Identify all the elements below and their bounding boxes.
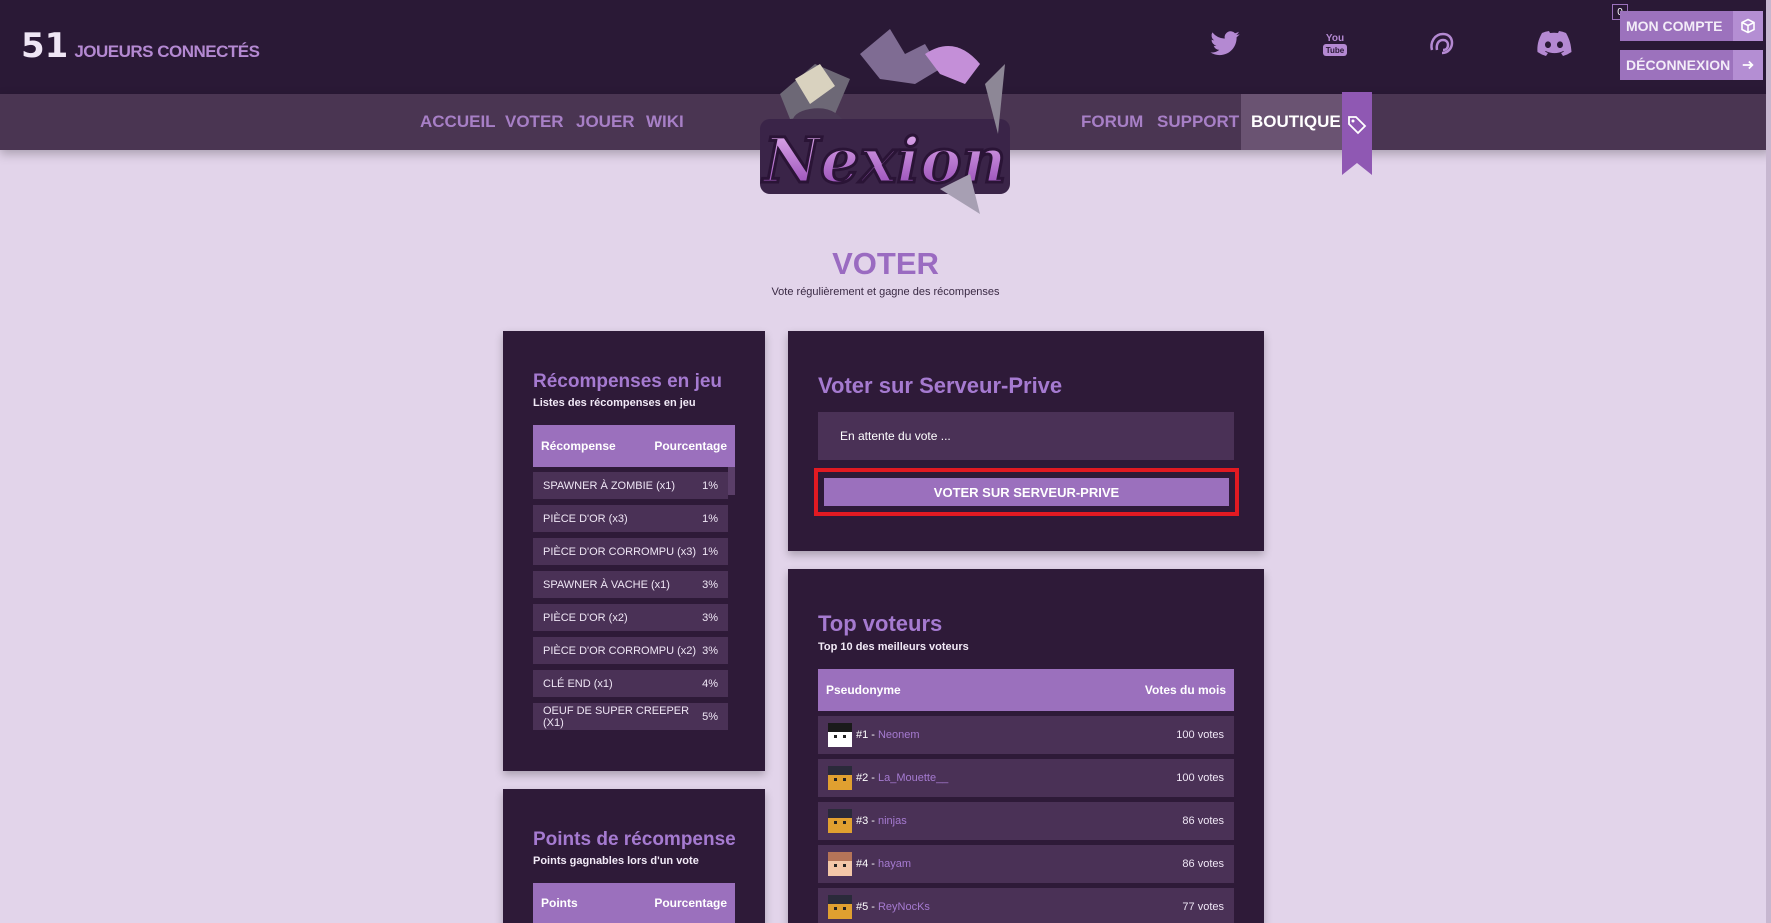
- rewards-title: Récompenses en jeu: [533, 371, 723, 392]
- logout-label: DÉCONNEXION: [1626, 57, 1731, 73]
- reward-row: CLÉ END (x1) 4%: [533, 670, 728, 697]
- reward-row: PIÈCE D'OR CORROMPU (x3) 1%: [533, 538, 728, 565]
- top-voters-subtitle: Top 10 des meilleurs voteurs: [818, 641, 969, 653]
- reward-name: PIÈCE D'OR CORROMPU (x2): [543, 644, 697, 657]
- rewards-table-header: Récompense Pourcentage: [533, 425, 735, 467]
- rewards-col-reward: Récompense: [541, 439, 616, 453]
- tag-icon: [1348, 116, 1367, 135]
- voter-name[interactable]: ninjas: [878, 815, 907, 827]
- points-table-header: Points Pourcentage: [533, 883, 735, 923]
- players-count: 51: [21, 26, 69, 66]
- avatar: [828, 723, 852, 747]
- nav-voter[interactable]: VOTER: [505, 94, 564, 150]
- vote-serveur-prive-button[interactable]: VOTER SUR SERVEUR-PRIVE: [824, 478, 1229, 506]
- reward-percent: 1%: [702, 479, 718, 492]
- reward-row: PIÈCE D'OR CORROMPU (x2) 3%: [533, 637, 728, 664]
- voter-name[interactable]: Neonem: [878, 729, 920, 741]
- players-label: JOUEURS CONNECTÉS: [74, 42, 260, 61]
- voter-votes: 86 votes: [1182, 815, 1224, 827]
- page-scrollbar[interactable]: [1766, 0, 1771, 923]
- rewards-scrollbar[interactable]: [728, 467, 735, 495]
- voter-row: #1 - Neonem 100 votes: [818, 716, 1234, 754]
- voter-votes: 77 votes: [1182, 901, 1224, 913]
- twitter-icon[interactable]: [1208, 28, 1242, 60]
- arrow-right-icon: [1733, 50, 1763, 80]
- reward-row: SPAWNER À VACHE (x1) 3%: [533, 571, 728, 598]
- my-account-label: MON COMPTE: [1626, 18, 1723, 34]
- players-online: 51 JOUEURS CONNECTÉS: [21, 26, 260, 66]
- youtube-icon[interactable]: You Tube: [1318, 28, 1352, 60]
- svg-text:Tube: Tube: [1326, 46, 1345, 55]
- logout-button[interactable]: DÉCONNEXION: [1620, 50, 1763, 80]
- reward-row: PIÈCE D'OR (x2) 3%: [533, 604, 728, 631]
- reward-name: CLÉ END (x1): [543, 677, 613, 690]
- voter-votes: 86 votes: [1182, 858, 1224, 870]
- voter-row: #4 - hayam 86 votes: [818, 845, 1234, 883]
- top-voters-col-votes: Votes du mois: [1144, 683, 1226, 697]
- points-col-percent: Pourcentage: [654, 896, 727, 910]
- reward-name: PIÈCE D'OR (x3): [543, 512, 628, 525]
- reward-name: SPAWNER À VACHE (x1): [543, 578, 670, 591]
- voter-rank: #1 -: [856, 729, 875, 741]
- voter-votes: 100 votes: [1176, 729, 1224, 741]
- reward-name: PIÈCE D'OR CORROMPU (x3): [543, 545, 697, 558]
- reward-percent: 4%: [702, 677, 718, 690]
- avatar: [828, 852, 852, 876]
- my-account-button[interactable]: MON COMPTE: [1620, 11, 1763, 41]
- nav-accueil[interactable]: ACCUEIL: [420, 94, 496, 150]
- reward-percent: 5%: [702, 710, 718, 723]
- reward-row: PIÈCE D'OR (x3) 1%: [533, 505, 728, 532]
- top-voters-col-name: Pseudonyme: [826, 683, 901, 697]
- voter-rank: #4 -: [856, 858, 875, 870]
- voter-row: #2 - La_Mouette__ 100 votes: [818, 759, 1234, 797]
- voter-votes: 100 votes: [1176, 772, 1224, 784]
- voter-name[interactable]: hayam: [878, 858, 911, 870]
- discord-icon[interactable]: [1535, 28, 1573, 60]
- teamspeak-icon[interactable]: [1424, 28, 1458, 60]
- voter-rank: #3 -: [856, 815, 875, 827]
- points-col-points: Points: [541, 896, 578, 910]
- voter-rank: #5 -: [856, 901, 875, 913]
- reward-percent: 1%: [702, 545, 718, 558]
- avatar: [828, 766, 852, 790]
- nav-support[interactable]: SUPPORT: [1157, 94, 1239, 150]
- rewards-subtitle: Listes des récompenses en jeu: [533, 397, 696, 409]
- top-voters-header: Pseudonyme Votes du mois: [818, 669, 1234, 711]
- reward-name: PIÈCE D'OR (x2): [543, 611, 628, 624]
- avatar: [828, 895, 852, 919]
- page-title: VOTER: [832, 246, 939, 281]
- cube-icon: [1733, 11, 1763, 41]
- svg-text:You: You: [1326, 33, 1344, 44]
- avatar: [828, 809, 852, 833]
- voter-name[interactable]: La_Mouette__: [878, 772, 948, 784]
- voter-name[interactable]: ReyNocKs: [878, 901, 930, 913]
- reward-percent: 3%: [702, 611, 718, 624]
- top-voters-title: Top voteurs: [818, 611, 943, 636]
- nav-boutique[interactable]: BOUTIQUE: [1241, 94, 1351, 150]
- page-subtitle: Vote régulièrement et gagne des récompen…: [771, 286, 1000, 298]
- reward-percent: 1%: [702, 512, 718, 525]
- vote-title: Voter sur Serveur-Prive: [818, 373, 1063, 398]
- voter-row: #5 - ReyNocKs 77 votes: [818, 888, 1234, 923]
- nav-jouer[interactable]: JOUER: [576, 94, 635, 150]
- voter-rank: #2 -: [856, 772, 875, 784]
- nav-forum[interactable]: FORUM: [1081, 94, 1143, 150]
- reward-name: OEUF DE SUPER CREEPER (X1): [543, 704, 690, 729]
- points-subtitle: Points gagnables lors d'un vote: [533, 855, 699, 867]
- rewards-col-percent: Pourcentage: [654, 439, 727, 453]
- voter-row: #3 - ninjas 86 votes: [818, 802, 1234, 840]
- site-logo[interactable]: Nexion: [740, 24, 1030, 224]
- vote-status: En attente du vote ...: [818, 412, 1234, 460]
- reward-percent: 3%: [702, 644, 718, 657]
- reward-name: SPAWNER À ZOMBIE (x1): [543, 479, 676, 492]
- reward-percent: 3%: [702, 578, 718, 591]
- reward-row: SPAWNER À ZOMBIE (x1) 1%: [533, 472, 728, 499]
- reward-row: OEUF DE SUPER CREEPER (X1) 5%: [533, 703, 728, 730]
- points-title: Points de récompense: [533, 829, 736, 850]
- nav-wiki[interactable]: WIKI: [646, 94, 684, 150]
- shop-ribbon[interactable]: [1342, 92, 1372, 175]
